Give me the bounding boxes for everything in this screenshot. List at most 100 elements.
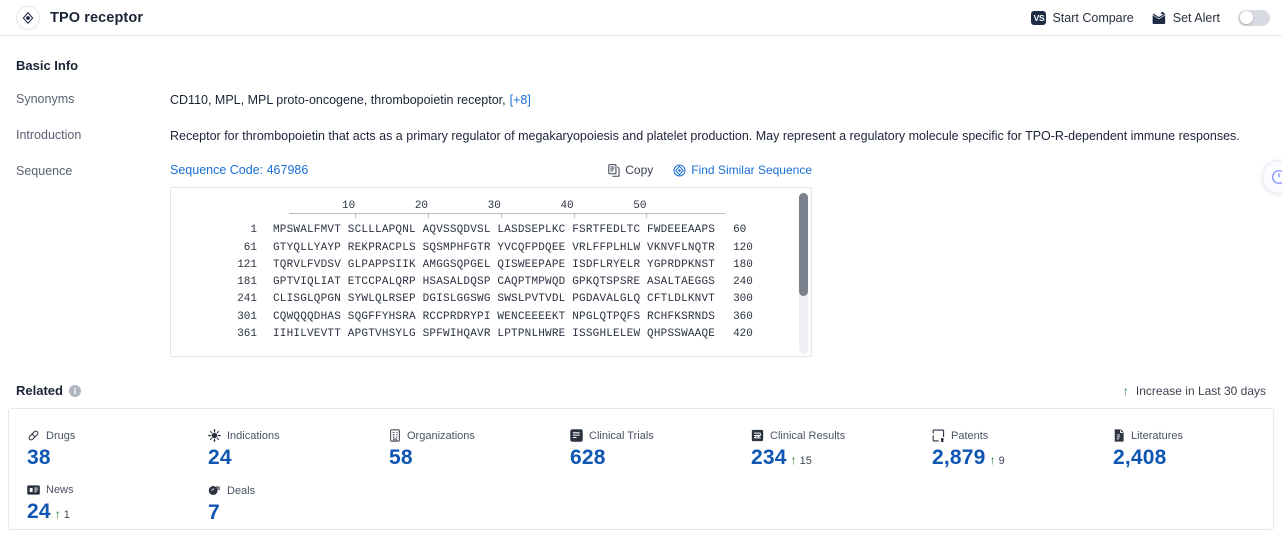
sequence-line: 61 GTYQLLYAYP REKPRACPLS SQSMPHFGTR YVCQF…	[171, 240, 811, 257]
related-card-deals[interactable]: Deals 7	[190, 484, 371, 525]
card-number[interactable]: 628	[570, 446, 606, 470]
card-number[interactable]: 24	[27, 500, 51, 524]
clinical-trial-icon	[570, 429, 583, 442]
sequence-line-start: 61	[243, 241, 257, 254]
related-card-clinical-results[interactable]: Clinical Results 234 ↑ 15	[733, 429, 914, 470]
vs-icon: VS	[1031, 10, 1047, 25]
related-card-clinical-trials[interactable]: Clinical Trials 628	[552, 429, 733, 470]
info-icon[interactable]: i	[68, 384, 81, 397]
header-title-group: TPO receptor	[16, 5, 143, 30]
find-similar-icon	[673, 164, 686, 177]
sequence-line-residues: IIHILVEVTT APGTVHSYLG SPFWIHQAVR LPTPNLH…	[273, 328, 716, 341]
sequence-line-residues: TQRVLFVDSV GLPAPPSIIK AMGGSQPGEL QISWEEP…	[273, 258, 716, 271]
card-value: 38	[27, 446, 190, 470]
card-delta-value: 9	[998, 455, 1005, 468]
sequence-line-residues: CQWQQQDHAS SQGFFYHSRA RCCPRDRYPI WENCEEE…	[273, 310, 716, 323]
start-compare-button[interactable]: VS Start Compare	[1031, 10, 1134, 25]
card-number[interactable]: 38	[27, 446, 51, 470]
sequence-line: 241 CLISGLQPGN SYWLQLRSEP DGISLGGSWG SWSL…	[171, 291, 811, 308]
synonyms-value-group: CD110, MPL, MPL proto-oncogene, thrombop…	[170, 91, 531, 109]
building-icon	[389, 429, 401, 442]
card-delta: ↑ 9	[990, 454, 1005, 467]
app-header: TPO receptor VS Start Compare Set Alert	[0, 0, 1282, 36]
sequence-line: 1 MPSWALFMVT SCLLLAPQNL AQVSSQDVSL LASDSE…	[171, 222, 811, 239]
sequence-code-link[interactable]: Sequence Code: 467986	[170, 163, 308, 177]
sequence-line-residues: CLISGLQPGN SYWLQLRSEP DGISLGGSWG SWSLPVT…	[273, 293, 716, 306]
sequence-line-end: 360	[733, 310, 753, 323]
news-icon	[27, 484, 40, 496]
sequence-viewer[interactable]: 10 20 30 40 50 1 MPSWALFMVT SCLLLAPQNL AQVSSQ…	[170, 187, 812, 358]
ruler-tick	[428, 213, 430, 219]
find-similar-label: Find Similar Sequence	[691, 163, 812, 178]
related-card-drugs[interactable]: Drugs 38	[9, 429, 190, 470]
synonyms-more-link[interactable]: [+8]	[510, 93, 531, 107]
arrow-up-icon: ↑	[989, 453, 996, 468]
arrow-up-icon: ↑	[790, 453, 797, 468]
sequence-content: 10 20 30 40 50 1 MPSWALFMVT SCLLLAPQNL AQVSSQ…	[171, 188, 811, 343]
card-number[interactable]: 7	[208, 501, 220, 525]
introduction-label: Introduction	[16, 128, 82, 143]
card-label: Clinical Results	[770, 429, 846, 442]
basic-info-section: Basic Info Synonyms CD110, MPL, MPL prot…	[0, 58, 1282, 358]
ruler-tick	[646, 213, 648, 219]
arrow-up-icon: ↑	[1122, 383, 1129, 398]
card-value: 7	[208, 501, 371, 525]
card-number[interactable]: 234	[751, 446, 787, 470]
related-card-patents[interactable]: Patents 2,879 ↑ 9	[914, 429, 1095, 470]
header-actions: VS Start Compare Set Alert	[1031, 9, 1270, 26]
arrow-up-icon: ↑	[54, 507, 61, 522]
copy-sequence-button[interactable]: Copy	[608, 163, 653, 177]
sequence-scrollbar-thumb[interactable]	[799, 193, 808, 297]
card-number[interactable]: 2,408	[1113, 446, 1167, 470]
deals-icon	[208, 484, 221, 497]
sequence-actions: Copy Find Similar Sequence	[608, 163, 812, 177]
card-label: News	[46, 484, 74, 497]
related-card-organizations[interactable]: Organizations 58	[371, 429, 552, 470]
sequence-line-end: 60	[733, 224, 747, 237]
card-head: Literatures	[1113, 429, 1273, 442]
related-card-news[interactable]: News 24 ↑ 1	[9, 484, 190, 525]
card-delta-value: 15	[799, 455, 812, 468]
find-similar-sequence-button[interactable]: Find Similar Sequence	[673, 163, 812, 177]
sequence-line-residues: GPTVIQLIAT ETCCPALQRP HSASALDQSP CAQPTMP…	[273, 276, 716, 289]
synonyms-row: Synonyms CD110, MPL, MPL proto-oncogene,…	[16, 91, 1266, 109]
alert-toggle[interactable]	[1238, 9, 1270, 26]
card-label: Clinical Trials	[589, 429, 654, 442]
card-head: Clinical Trials	[570, 429, 733, 442]
target-icon	[16, 5, 40, 30]
sequence-line-end: 240	[733, 276, 753, 289]
clinical-result-icon	[751, 429, 764, 442]
card-value: 234 ↑ 15	[751, 446, 914, 470]
related-title: Related	[16, 383, 63, 399]
start-compare-label: Start Compare	[1052, 10, 1134, 25]
related-card-literatures[interactable]: Literatures 2,408	[1095, 429, 1273, 470]
card-value: 2,879 ↑ 9	[932, 446, 1095, 470]
related-header: Related i ↑ Increase in Last 30 days	[0, 383, 1282, 398]
sequence-row: Sequence Sequence Code: 467986 Copy Find…	[16, 163, 1266, 178]
card-value: 24 ↑ 1	[27, 500, 190, 524]
sequence-line-end: 420	[733, 328, 753, 341]
set-alert-label: Set Alert	[1172, 10, 1220, 25]
card-label: Literatures	[1131, 429, 1183, 442]
set-alert-button[interactable]: Set Alert	[1152, 11, 1220, 25]
synonyms-label: Synonyms	[16, 92, 75, 106]
related-card-indications[interactable]: Indications 24	[190, 429, 371, 470]
card-number[interactable]: 24	[208, 446, 232, 470]
sequence-line: 301 CQWQQQDHAS SQGFFYHSRA RCCPRDRYPI WENC…	[171, 309, 811, 326]
sequence-ruler: 10 20 30 40 50	[289, 198, 725, 222]
card-value: 24	[208, 446, 371, 470]
card-number[interactable]: 58	[389, 446, 413, 470]
alert-mail-icon	[1152, 10, 1167, 25]
card-head: Deals	[208, 484, 371, 497]
card-number[interactable]: 2,879	[932, 446, 986, 470]
card-head: Organizations	[389, 429, 552, 442]
sequence-line-end: 120	[733, 241, 753, 254]
sequence-line-start: 301	[237, 310, 257, 323]
copy-label: Copy	[625, 163, 654, 178]
sequence-rows: 1 MPSWALFMVT SCLLLAPQNL AQVSSQDVSL LASDSE…	[171, 222, 811, 343]
app-page: TPO receptor VS Start Compare Set Alert	[0, 0, 1282, 556]
card-label: Deals	[227, 484, 256, 497]
alert-toggle-knob	[1239, 11, 1253, 24]
card-head: Indications	[208, 429, 371, 442]
virus-icon	[208, 429, 221, 442]
